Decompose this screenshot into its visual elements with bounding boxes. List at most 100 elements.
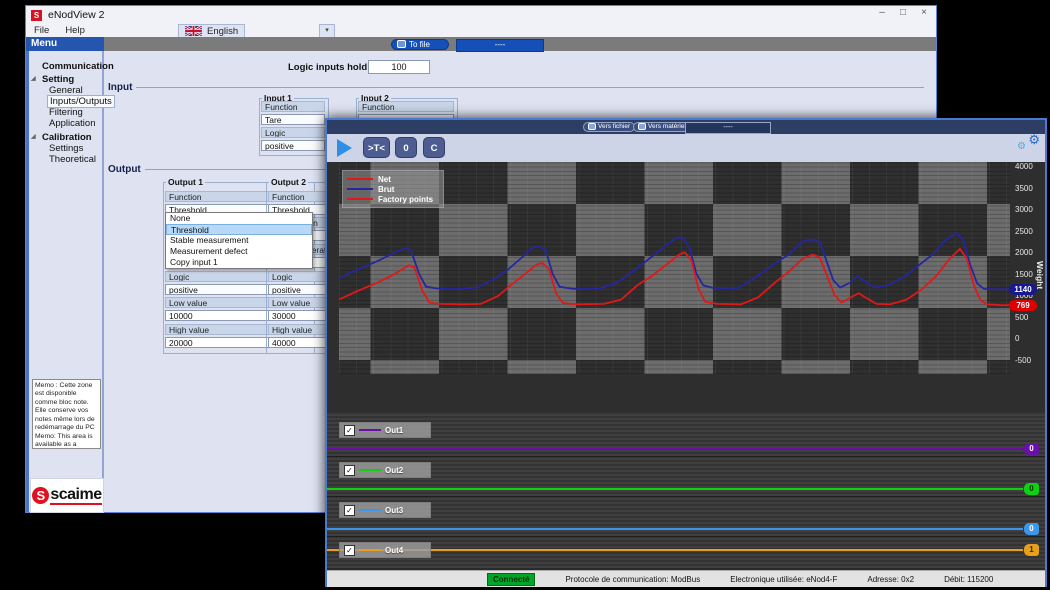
connection-status-badge: Connecté bbox=[487, 573, 535, 586]
hold-time-input[interactable]: 100 bbox=[368, 60, 430, 74]
address-status: Adresse: 0x2 bbox=[867, 575, 914, 584]
legend-item-factory-points: Factory points bbox=[347, 194, 439, 204]
protocol-status: Protocole de communication: ModBus bbox=[565, 575, 700, 584]
sidebar-item-calibration[interactable]: ◢Calibration bbox=[29, 132, 102, 143]
output1-title: Output 1 bbox=[166, 177, 205, 187]
function-dropdown-list: None Threshold Stable measurement Measur… bbox=[165, 212, 313, 269]
out2-line-swatch bbox=[359, 469, 381, 471]
dropdown-option-measurement-defect[interactable]: Measurement defect bbox=[166, 246, 312, 257]
out1-line-swatch bbox=[359, 429, 381, 431]
weight-plot[interactable]: Net Brut Factory points bbox=[339, 162, 1010, 374]
chart-legend: Net Brut Factory points bbox=[342, 170, 444, 208]
value-display-button[interactable]: ---- bbox=[456, 39, 544, 52]
menu-file[interactable]: File bbox=[26, 25, 57, 36]
sidebar-item-communication[interactable]: Communication bbox=[29, 61, 102, 72]
net-line-swatch bbox=[347, 178, 373, 180]
clear-button[interactable]: C bbox=[423, 137, 445, 158]
scope-window: Vers fichier Vers matériel ---- >T< 0 C … bbox=[325, 118, 1047, 587]
to-file-toggle[interactable]: To file bbox=[391, 39, 449, 50]
dropdown-option-none[interactable]: None bbox=[166, 213, 312, 224]
weight-chart-zone: Net Brut Factory points bbox=[327, 162, 1045, 412]
dropdown-option-copy-input1[interactable]: Copy input 1 bbox=[166, 257, 312, 268]
legend-item-brut: Brut bbox=[347, 184, 439, 194]
uk-flag-icon bbox=[185, 26, 202, 36]
tree-expanded-icon[interactable]: ◢ bbox=[31, 75, 36, 82]
vers-materiel-toggle[interactable]: Vers matériel bbox=[633, 122, 691, 132]
out3-checkbox[interactable]: ✓ bbox=[344, 505, 355, 516]
input-section-title: Input bbox=[108, 82, 132, 93]
language-label: English bbox=[207, 26, 238, 37]
brut-value-badge: 1140 bbox=[1009, 284, 1037, 295]
legend-item-net: Net bbox=[347, 174, 439, 184]
out1-line bbox=[327, 448, 1023, 450]
to-file-icon bbox=[588, 123, 596, 130]
gear-icon: ⚙ bbox=[1028, 132, 1040, 148]
tare-button[interactable]: >T< bbox=[363, 137, 390, 158]
y-tick-label: 3500 bbox=[1015, 184, 1033, 193]
out4-value-badge: 1 bbox=[1024, 544, 1039, 556]
tree-expanded-icon[interactable]: ◢ bbox=[31, 133, 36, 140]
memo-line-en: Memo: This area is available as a notepa… bbox=[35, 433, 98, 449]
dropdown-option-stable-measurement[interactable]: Stable measurement bbox=[166, 235, 312, 246]
memo-notepad[interactable]: Memo : Cette zone est disponible comme b… bbox=[32, 379, 101, 449]
y-tick-label: 500 bbox=[1015, 313, 1028, 322]
factory-points-swatch bbox=[347, 198, 373, 200]
out4-line bbox=[327, 549, 1023, 551]
input1-function-label: Function bbox=[261, 101, 325, 112]
menu-help[interactable]: Help bbox=[57, 25, 93, 36]
y-tick-label: 2000 bbox=[1015, 248, 1033, 257]
out3-legend-chip: ✓ Out3 bbox=[339, 502, 431, 518]
language-button[interactable]: English bbox=[178, 24, 245, 38]
sidebar-item-application[interactable]: Application bbox=[29, 118, 102, 129]
brut-line-swatch bbox=[347, 188, 373, 190]
y-tick-label: 0 bbox=[1015, 334, 1019, 343]
out2-legend-chip: ✓ Out2 bbox=[339, 462, 431, 478]
out4-checkbox[interactable]: ✓ bbox=[344, 545, 355, 556]
input1-logic-label: Logic bbox=[261, 127, 325, 138]
sidebar-item-setting[interactable]: ◢Setting bbox=[29, 74, 102, 85]
out4-lane: ✓ Out4 1 bbox=[327, 537, 1045, 568]
menu-bar: File Help English ▾ bbox=[26, 24, 936, 38]
output2-title: Output 2 bbox=[269, 177, 308, 187]
y-tick-label: 4000 bbox=[1015, 162, 1033, 171]
baud-status: Débit: 115200 bbox=[944, 575, 993, 584]
vers-fichier-toggle[interactable]: Vers fichier bbox=[583, 122, 635, 132]
out3-line bbox=[327, 528, 1023, 530]
electronics-status: Electronique utilisée: eNod4-F bbox=[730, 575, 837, 584]
input1-logic-select[interactable]: positive bbox=[261, 140, 325, 151]
sidebar-item-theoretical[interactable]: Theoretical bbox=[29, 154, 102, 165]
scaime-s-icon: S bbox=[32, 487, 49, 504]
output-section-title: Output bbox=[108, 164, 141, 175]
out3-value-badge: 0 bbox=[1024, 523, 1039, 535]
out1-value-badge: 0 bbox=[1024, 443, 1039, 455]
sidebar-header: Menu bbox=[26, 37, 104, 51]
sidebar-item-filtering[interactable]: Filtering bbox=[29, 107, 102, 118]
digital-output-lanes: ✓ Out1 0 ✓ Out2 0 ✓ Out3 0 bbox=[327, 412, 1045, 568]
scope-status-bar: Connecté Protocole de communication: Mod… bbox=[327, 570, 1045, 587]
y-tick-label: 3000 bbox=[1015, 205, 1033, 214]
input-section-header: Input bbox=[108, 82, 924, 93]
series-net bbox=[339, 249, 1010, 305]
dropdown-option-threshold[interactable]: Threshold bbox=[166, 224, 312, 235]
out1-lane: ✓ Out1 0 bbox=[327, 412, 1045, 456]
out2-checkbox[interactable]: ✓ bbox=[344, 465, 355, 476]
out4-legend-chip: ✓ Out4 bbox=[339, 542, 431, 558]
scope-value-display[interactable]: ---- bbox=[685, 122, 771, 134]
minimize-button[interactable]: – bbox=[876, 7, 888, 18]
close-button[interactable]: × bbox=[918, 7, 930, 18]
language-dropdown-button[interactable]: ▾ bbox=[319, 24, 335, 38]
out3-lane: ✓ Out3 0 bbox=[327, 497, 1045, 536]
zero-button[interactable]: 0 bbox=[395, 137, 417, 158]
out3-line-swatch bbox=[359, 509, 381, 511]
input1-function-select[interactable]: Tare bbox=[261, 114, 325, 125]
app-icon: S bbox=[31, 10, 42, 21]
title-bar: S eNodView 2 – □ × bbox=[26, 6, 936, 24]
play-button[interactable] bbox=[337, 139, 352, 157]
sidebar-item-settings[interactable]: Settings bbox=[29, 143, 102, 154]
out1-checkbox[interactable]: ✓ bbox=[344, 425, 355, 436]
scope-top-bar: Vers fichier Vers matériel ---- bbox=[327, 120, 1045, 135]
settings-gears-button[interactable]: ⚙ ⚙ bbox=[1017, 134, 1041, 160]
sidebar-item-inputs-outputs[interactable]: Inputs/Outputs bbox=[29, 96, 102, 107]
y-tick-label: -500 bbox=[1015, 356, 1031, 365]
maximize-button[interactable]: □ bbox=[897, 7, 909, 18]
